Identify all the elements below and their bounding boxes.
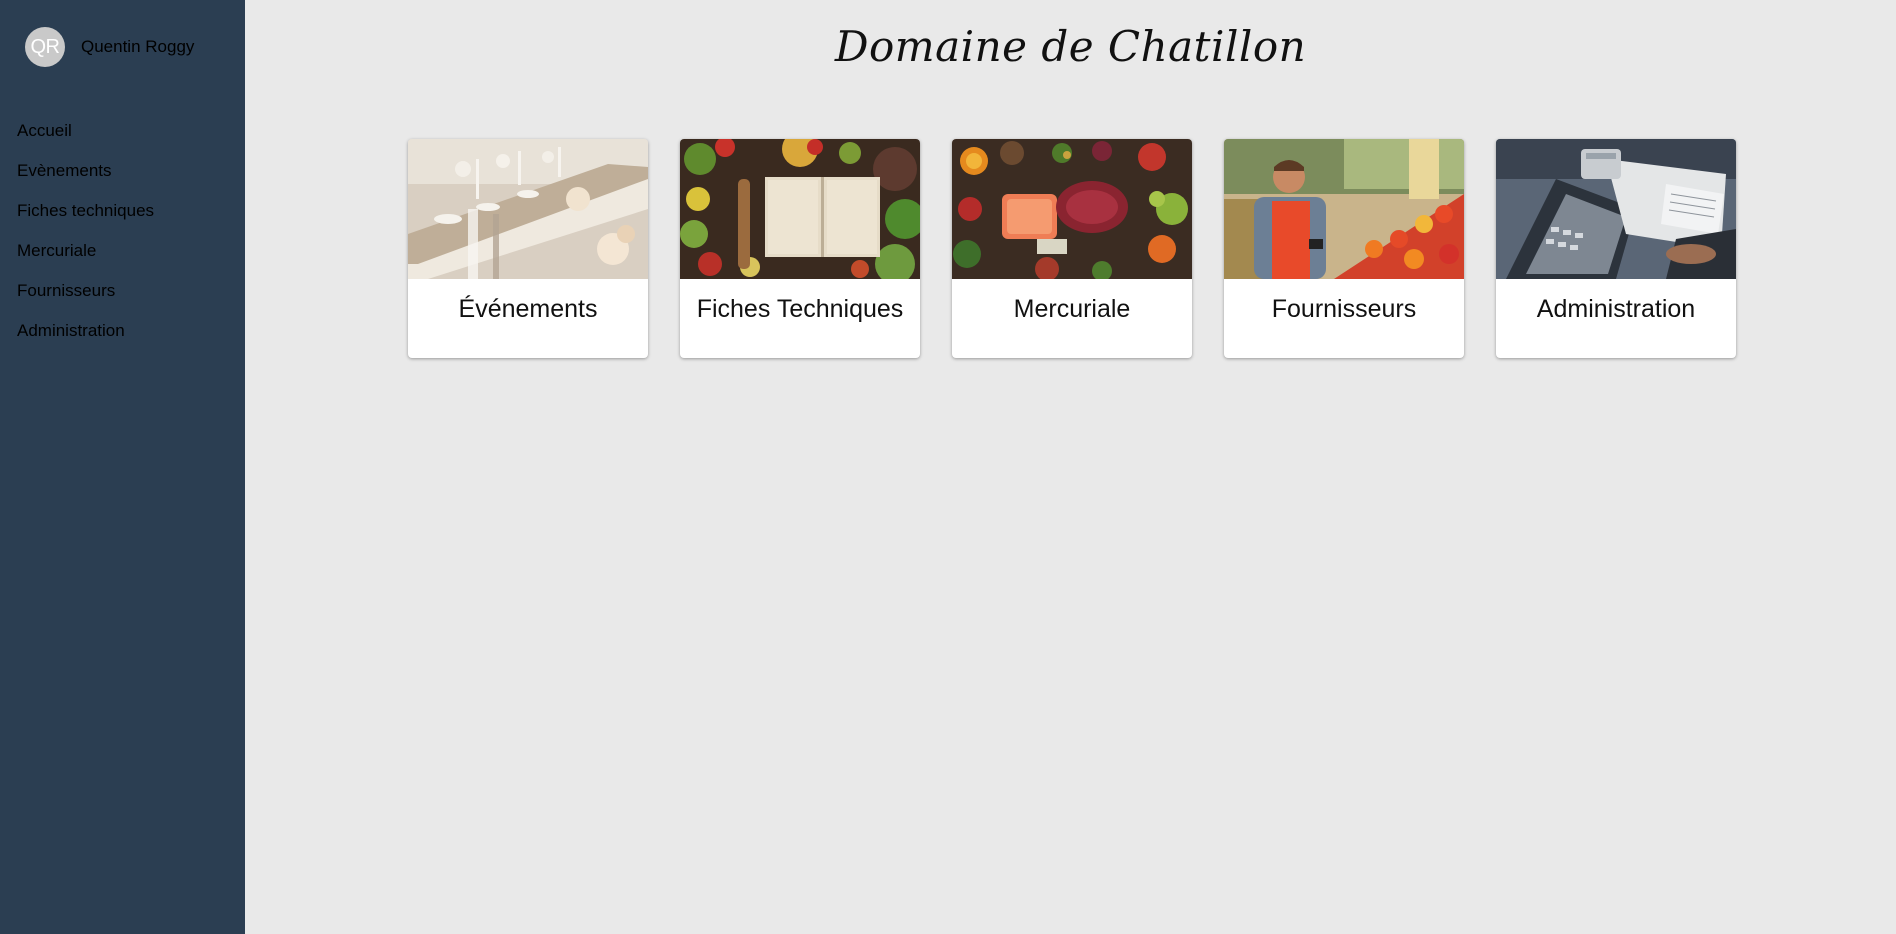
sidebar: QR Quentin Roggy Accueil Evènements Fich… bbox=[0, 0, 245, 934]
main-content: Domaine de Chatillon Événements Fiches T… bbox=[245, 0, 1896, 934]
sidebar-item-evenements[interactable]: Evènements bbox=[17, 159, 154, 199]
user-name: Quentin Roggy bbox=[81, 37, 195, 56]
card-grid: Événements Fiches Techniques Mercuriale … bbox=[408, 139, 1736, 358]
card-title: Fournisseurs bbox=[1271, 295, 1417, 323]
user-profile[interactable]: QR Quentin Roggy bbox=[25, 27, 194, 67]
sidebar-item-accueil[interactable]: Accueil bbox=[17, 119, 154, 159]
sidebar-item-administration[interactable]: Administration bbox=[17, 319, 154, 359]
fresh-produce-meat-fish-photo bbox=[952, 139, 1192, 279]
card-fournisseurs[interactable]: Fournisseurs bbox=[1224, 139, 1464, 358]
avatar[interactable]: QR bbox=[25, 27, 65, 67]
card-mercuriale[interactable]: Mercuriale bbox=[952, 139, 1192, 358]
grocer-with-phone-photo bbox=[1224, 139, 1464, 279]
vegetables-open-book-photo bbox=[680, 139, 920, 279]
card-title: Administration bbox=[1536, 295, 1696, 323]
sidebar-item-mercuriale[interactable]: Mercuriale bbox=[17, 239, 154, 279]
card-title: Mercuriale bbox=[1013, 295, 1131, 323]
card-title: Fiches Techniques bbox=[696, 295, 904, 323]
laptop-calculator-paperwork-photo bbox=[1496, 139, 1736, 279]
page-title: Domaine de Chatillon bbox=[834, 22, 1307, 71]
sidebar-nav: Accueil Evènements Fiches techniques Mer… bbox=[17, 119, 154, 359]
sidebar-item-fournisseurs[interactable]: Fournisseurs bbox=[17, 279, 154, 319]
card-administration[interactable]: Administration bbox=[1496, 139, 1736, 358]
card-evenements[interactable]: Événements bbox=[408, 139, 648, 358]
banquet-table-photo bbox=[408, 139, 648, 279]
sidebar-item-fiches-techniques[interactable]: Fiches techniques bbox=[17, 199, 154, 239]
card-fiches-techniques[interactable]: Fiches Techniques bbox=[680, 139, 920, 358]
card-title: Événements bbox=[458, 295, 598, 323]
